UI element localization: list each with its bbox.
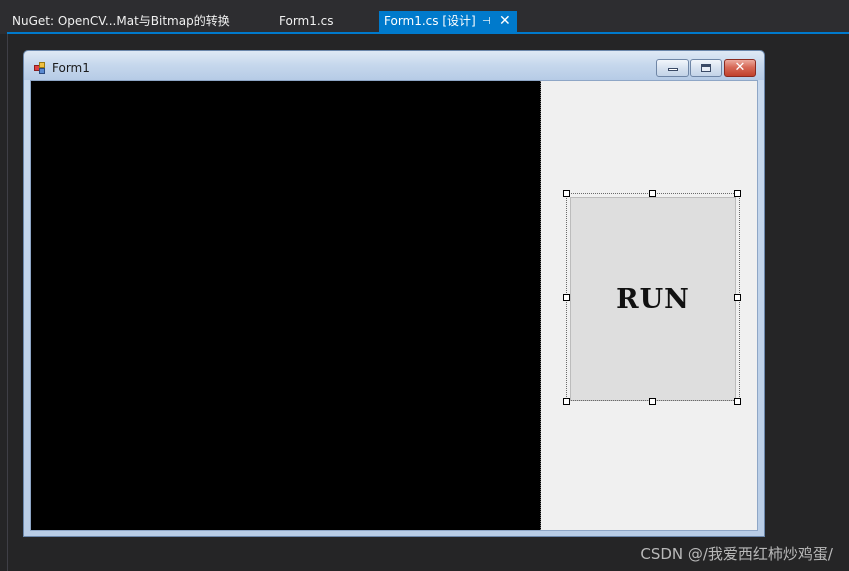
resize-handle-ne[interactable]: [734, 190, 741, 197]
resize-handle-n[interactable]: [649, 190, 656, 197]
run-button[interactable]: RUN: [570, 197, 736, 401]
minimize-icon: [668, 68, 678, 71]
document-tab-strip: NuGet: OpenCV...Mat与Bitmap的转换 Form1.cs F…: [0, 0, 849, 34]
resize-handle-se[interactable]: [734, 398, 741, 405]
designer-left-border: [7, 34, 8, 571]
resize-handle-sw[interactable]: [563, 398, 570, 405]
tab-nuget-opencv[interactable]: NuGet: OpenCV...Mat与Bitmap的转换: [7, 11, 252, 32]
form-client-area[interactable]: RUN: [30, 80, 758, 531]
tab-form1-designer[interactable]: Form1.cs [设计] ⊣ ✕: [379, 11, 517, 32]
close-tab-icon[interactable]: ✕: [499, 11, 511, 32]
picture-box[interactable]: [31, 81, 541, 530]
watermark: CSDN @/我爱西红柿炒鸡蛋/: [640, 545, 833, 563]
form-titlebar[interactable]: Form1 ✕: [24, 51, 764, 80]
resize-handle-e[interactable]: [734, 294, 741, 301]
resize-handle-s[interactable]: [649, 398, 656, 405]
form-app-icon: [34, 62, 46, 74]
maximize-icon: [701, 64, 711, 72]
pin-icon[interactable]: ⊣: [482, 11, 491, 32]
form-title: Form1: [52, 61, 90, 75]
tab-form1-designer-label: Form1.cs [设计]: [384, 14, 476, 28]
maximize-button[interactable]: [690, 59, 722, 77]
close-button[interactable]: ✕: [724, 59, 756, 77]
resize-handle-w[interactable]: [563, 294, 570, 301]
minimize-button[interactable]: [656, 59, 689, 77]
form-window[interactable]: Form1 ✕ RUN: [23, 50, 765, 537]
tab-form1-code[interactable]: Form1.cs: [272, 11, 369, 32]
close-icon: ✕: [734, 60, 746, 75]
resize-handle-nw[interactable]: [563, 190, 570, 197]
